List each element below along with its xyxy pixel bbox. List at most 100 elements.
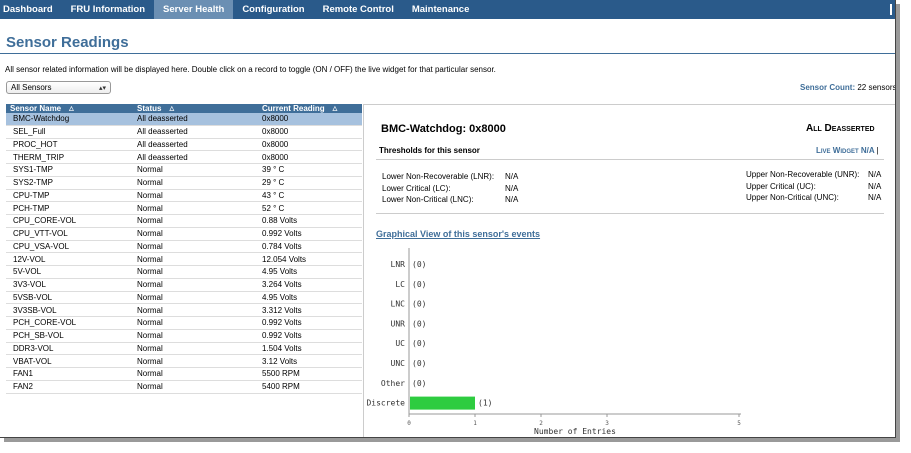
cell-status: Normal: [137, 331, 163, 341]
sensor-filter-select[interactable]: All Sensors ▴▾: [6, 81, 111, 94]
cell-sensor-name: PROC_HOT: [13, 139, 58, 149]
cell-status: Normal: [137, 292, 163, 302]
table-row[interactable]: CPU_VTT-VOL Normal 0.992 Volts: [6, 228, 362, 241]
cell-reading: 3.12 Volts: [262, 356, 298, 366]
top-nav: Dashboard FRU Information Server Health Con…: [0, 0, 895, 19]
chart-value-label: (0): [412, 280, 426, 289]
cell-status: Normal: [137, 216, 163, 226]
detail-sensor-name: BMC-Watchdog: 0x8000: [381, 123, 506, 135]
col-status-label: Status: [137, 104, 162, 113]
cell-reading: 0.992 Volts: [262, 318, 302, 328]
table-row[interactable]: 5VSB-VOL Normal 4.95 Volts: [6, 292, 362, 305]
chart-value-label: (0): [412, 339, 426, 348]
table-header: Sensor Name △ Status △ Current Reading △: [6, 104, 362, 113]
chart-value-label: (0): [412, 359, 426, 368]
col-current-reading[interactable]: Current Reading △: [258, 104, 362, 113]
chart-x-tick-label: 2: [539, 420, 543, 427]
cell-sensor-name: DDR3-VOL: [13, 343, 54, 353]
cell-reading: 0x8000: [262, 114, 289, 124]
chart-x-tick-label: 1: [473, 420, 477, 427]
sort-icon: △: [332, 106, 338, 112]
sensor-table: Sensor Name △ Status △ Current Reading △ BM…: [6, 104, 362, 394]
table-row[interactable]: FAN1 Normal 5500 RPM: [6, 368, 362, 381]
table-row[interactable]: PROC_HOT All deasserted 0x8000: [6, 139, 362, 152]
nav-dashboard[interactable]: Dashboard: [0, 0, 62, 19]
cell-sensor-name: 5VSB-VOL: [13, 292, 53, 302]
cell-status: All deasserted: [137, 139, 188, 149]
cell-sensor-name: 12V-VOL: [13, 254, 46, 264]
col-sensor-name[interactable]: Sensor Name △: [6, 104, 132, 113]
table-row[interactable]: CPU_VSA-VOL Normal 0.784 Volts: [6, 241, 362, 254]
cell-reading: 0.992 Volts: [262, 229, 302, 239]
cell-status: Normal: [137, 229, 163, 239]
table-row[interactable]: SYS1-TMP Normal 39 ° C: [6, 164, 362, 177]
thresholds-bottom-divider: [376, 213, 884, 214]
thresholds-title: Thresholds for this sensor: [379, 146, 480, 155]
cell-sensor-name: CPU_CORE-VOL: [13, 216, 77, 226]
table-row[interactable]: SYS2-TMP Normal 29 ° C: [6, 177, 362, 190]
table-row[interactable]: CPU_CORE-VOL Normal 0.88 Volts: [6, 215, 362, 228]
cell-status: Normal: [137, 165, 163, 175]
chart-category-label: UNC: [391, 359, 406, 368]
cell-status: All deasserted: [137, 152, 188, 162]
cell-status: All deasserted: [137, 114, 188, 124]
cell-reading: 5500 RPM: [262, 369, 300, 379]
chart-value-label: (0): [412, 260, 426, 269]
title-divider: [0, 53, 895, 54]
cell-status: Normal: [137, 267, 163, 277]
cell-status: Normal: [137, 382, 163, 392]
chart-value-label: (0): [412, 319, 426, 328]
cell-sensor-name: THERM_TRIP: [13, 152, 65, 162]
cell-reading: 29 ° C: [262, 178, 285, 188]
table-row[interactable]: SEL_Full All deasserted 0x8000: [6, 126, 362, 139]
cell-sensor-name: SYS1-TMP: [13, 165, 54, 175]
cell-sensor-name: CPU_VSA-VOL: [13, 241, 70, 251]
live-widget-toggle[interactable]: Live Widget N/A |: [816, 146, 879, 155]
cell-sensor-name: PCH-TMP: [13, 203, 50, 213]
table-row[interactable]: 3V3-VOL Normal 3.264 Volts: [6, 279, 362, 292]
cell-reading: 3.264 Volts: [262, 280, 302, 290]
table-row[interactable]: DDR3-VOL Normal 1.504 Volts: [6, 343, 362, 356]
cell-status: Normal: [137, 369, 163, 379]
cell-status: Normal: [137, 178, 163, 188]
table-row[interactable]: VBAT-VOL Normal 3.12 Volts: [6, 355, 362, 368]
thresholds-divider: [376, 159, 884, 160]
cell-sensor-name: PCH_CORE-VOL: [13, 318, 77, 328]
chart-x-tick-label: 0: [407, 420, 411, 427]
cell-status: All deasserted: [137, 127, 188, 137]
chart-bar: [410, 396, 475, 410]
nav-fru-information[interactable]: FRU Information: [62, 0, 154, 19]
cell-reading: 1.504 Volts: [262, 343, 302, 353]
table-row[interactable]: THERM_TRIP All deasserted 0x8000: [6, 151, 362, 164]
cell-reading: 4.95 Volts: [262, 292, 298, 302]
main-window: Dashboard FRU Information Server Health Con…: [0, 0, 896, 438]
cell-reading: 0.992 Volts: [262, 331, 302, 341]
table-row[interactable]: 3V3SB-VOL Normal 3.312 Volts: [6, 304, 362, 317]
nav-configuration[interactable]: Configuration: [233, 0, 313, 19]
nav-server-health[interactable]: Server Health: [154, 0, 234, 19]
table-row[interactable]: CPU-TMP Normal 43 ° C: [6, 190, 362, 203]
sensor-count-label: Sensor Count:: [800, 83, 856, 92]
chart-value-label: (1): [478, 399, 492, 408]
table-row[interactable]: 12V-VOL Normal 12.054 Volts: [6, 253, 362, 266]
table-row[interactable]: BMC-Watchdog All deasserted 0x8000: [6, 113, 362, 126]
cell-reading: 0x8000: [262, 139, 289, 149]
cell-sensor-name: CPU_VTT-VOL: [13, 229, 68, 239]
cell-sensor-name: 3V3-VOL: [13, 280, 46, 290]
nav-remote-control[interactable]: Remote Control: [314, 0, 403, 19]
threshold-unr-label: Upper Non-Recoverable (UNR):: [746, 170, 860, 179]
live-widget-separator: |: [876, 146, 879, 155]
col-status[interactable]: Status △: [132, 104, 258, 113]
graphical-view-link[interactable]: Graphical View of this sensor's events: [376, 229, 540, 239]
cell-reading: 39 ° C: [262, 165, 285, 175]
live-widget-label: Live Widget: [816, 146, 859, 155]
table-row[interactable]: FAN2 Normal 5400 RPM: [6, 381, 362, 394]
page-title: Sensor Readings: [6, 34, 129, 51]
table-row[interactable]: 5V-VOL Normal 4.95 Volts: [6, 266, 362, 279]
table-row[interactable]: PCH-TMP Normal 52 ° C: [6, 202, 362, 215]
nav-maintenance[interactable]: Maintenance: [403, 0, 479, 19]
table-row[interactable]: PCH_CORE-VOL Normal 0.992 Volts: [6, 317, 362, 330]
chart-value-label: (0): [412, 300, 426, 309]
chart-category-label: UC: [395, 339, 405, 348]
table-row[interactable]: PCH_SB-VOL Normal 0.992 Volts: [6, 330, 362, 343]
